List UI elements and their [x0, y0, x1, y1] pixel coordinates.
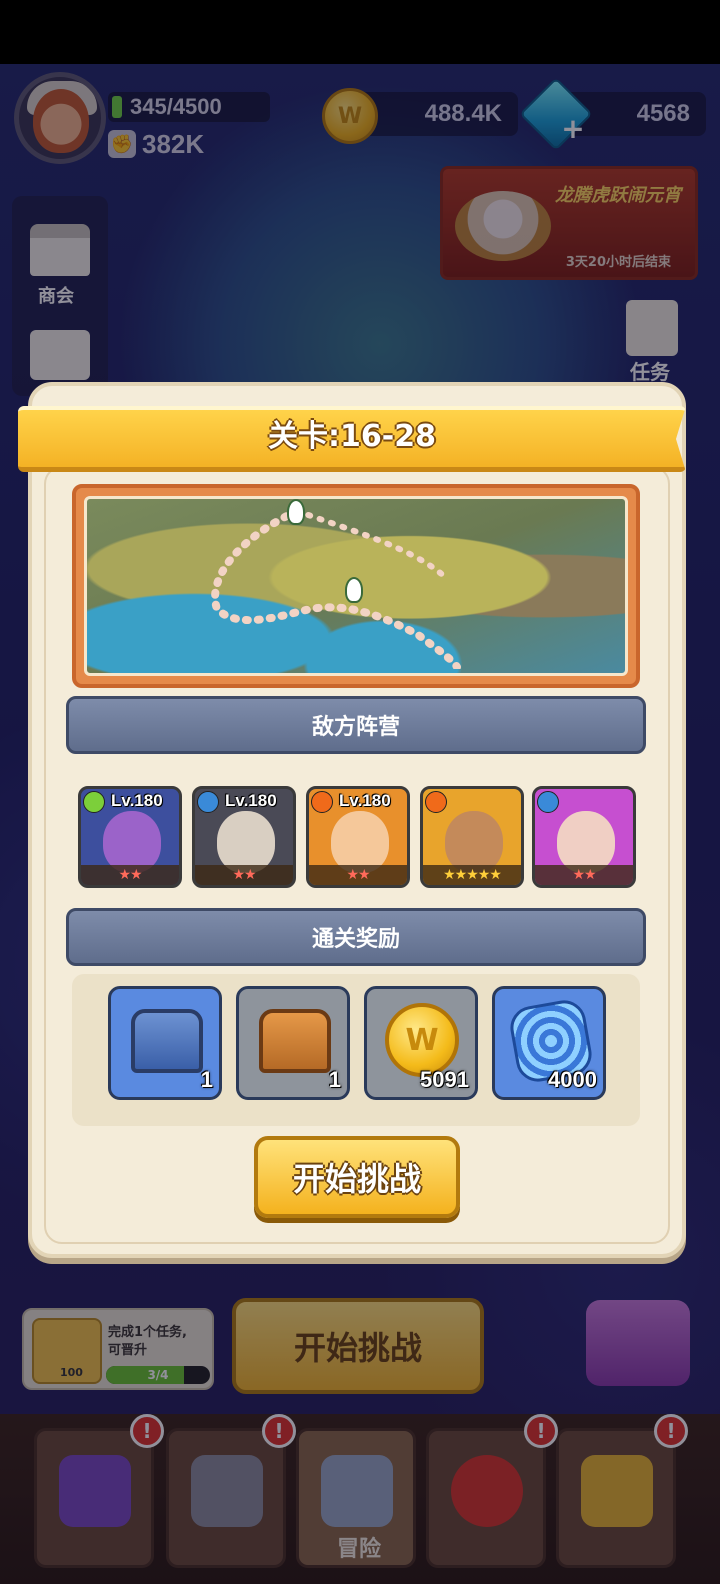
enemy-hero-card[interactable]: ★★★★★: [420, 786, 524, 888]
hero-portrait: [331, 811, 389, 873]
hero-star-rating: ★★: [309, 865, 407, 885]
hero-star-rating: ★★★★★: [423, 865, 521, 885]
gold-coin-icon: W: [385, 1003, 459, 1077]
stage-marker-icon: [287, 499, 305, 525]
reward-swirl-stone[interactable]: 4000: [492, 986, 606, 1100]
reward-wooden-chest[interactable]: 1: [236, 986, 350, 1100]
stage-marker-icon: [345, 577, 363, 603]
reward-count: 4000: [548, 1067, 597, 1092]
hero-level: Lv.180: [225, 791, 277, 810]
enemy-hero-card[interactable]: ★★: [532, 786, 636, 888]
fire-element-icon: [425, 791, 447, 813]
reward-count: 1: [328, 1067, 341, 1092]
hero-star-rating: ★★: [535, 865, 633, 885]
stage-map-preview: [72, 484, 640, 688]
blue-chest-icon: [131, 1009, 203, 1073]
enemy-hero-card[interactable]: Lv.180 ★★: [78, 786, 182, 888]
reward-count: 5091: [420, 1067, 469, 1092]
hero-portrait: [103, 811, 161, 873]
hero-star-rating: ★★: [195, 865, 293, 885]
reward-gold-coin[interactable]: W 5091: [364, 986, 478, 1100]
stage-title: 关卡:16-28: [268, 419, 436, 454]
water-element-icon: [537, 791, 559, 813]
enemy-section-header: 敌方阵营: [66, 696, 646, 754]
hero-star-rating: ★★: [81, 865, 179, 885]
hero-portrait: [217, 811, 275, 873]
fire-element-icon: [311, 791, 333, 813]
reward-section-header: 通关奖励: [66, 908, 646, 966]
reward-count: 1: [200, 1067, 213, 1092]
water-element-icon: [197, 791, 219, 813]
reward-blue-chest[interactable]: 1: [108, 986, 222, 1100]
enemy-hero-card[interactable]: Lv.180 ★★: [192, 786, 296, 888]
hero-level: Lv.180: [111, 791, 163, 810]
map-terrain: [84, 496, 628, 676]
wooden-chest-icon: [259, 1009, 331, 1073]
hero-portrait: [445, 811, 503, 873]
hero-level: Lv.180: [339, 791, 391, 810]
leaf-element-icon: [83, 791, 105, 813]
hero-portrait: [557, 811, 615, 873]
enemy-hero-card[interactable]: Lv.180 ★★: [306, 786, 410, 888]
status-bar: [0, 0, 720, 64]
start-challenge-button[interactable]: 开始挑战: [254, 1136, 460, 1218]
